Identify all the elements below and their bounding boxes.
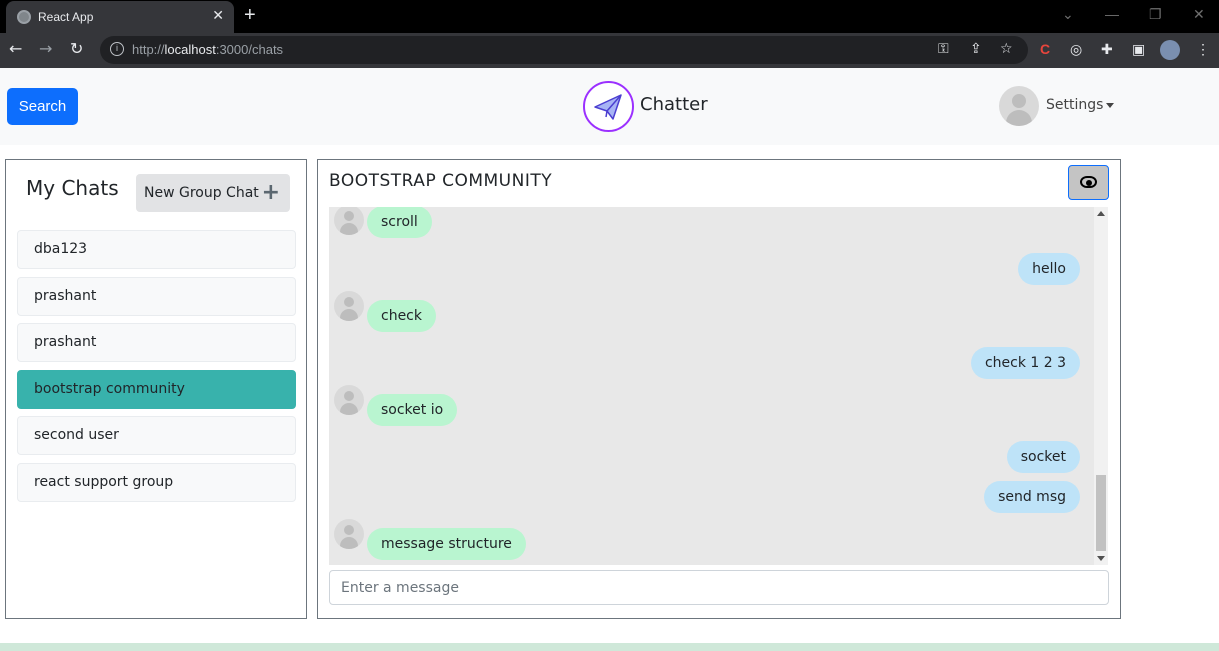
message-bubble-outgoing: check 1 2 3	[970, 347, 1080, 379]
sender-avatar[interactable]	[334, 385, 364, 415]
globe-icon	[17, 10, 31, 24]
sender-avatar[interactable]	[334, 291, 364, 321]
user-avatar[interactable]	[999, 86, 1039, 126]
settings-label: Settings	[1046, 97, 1104, 113]
restore-icon[interactable]: ❐	[1149, 6, 1162, 23]
message-bubble-outgoing: send msg	[984, 481, 1080, 513]
message-bubble-outgoing: socket	[1006, 441, 1080, 473]
message-input[interactable]	[329, 570, 1109, 605]
tab-title: React App	[38, 10, 94, 24]
extension-c-icon[interactable]: C	[1040, 41, 1050, 57]
caret-down-icon	[1106, 102, 1115, 108]
chat-item-prashant[interactable]: prashant	[17, 276, 296, 316]
message-bubble-incoming: check	[367, 300, 436, 332]
extensions-puzzle-icon[interactable]: ✚	[1101, 41, 1113, 58]
browser-titlebar: React App ✕ + ⌄ — ❐ ✕	[0, 0, 1219, 33]
chat-item-dba123[interactable]: dba123	[17, 230, 296, 269]
minimize-icon[interactable]: —	[1105, 6, 1119, 22]
close-window-icon[interactable]: ✕	[1193, 6, 1205, 23]
scrollbar-thumb[interactable]	[1096, 475, 1106, 551]
brand-name: Chatter	[640, 94, 708, 115]
chat-item-bootstrap-community[interactable]: bootstrap community	[17, 369, 296, 409]
taskbar-strip	[0, 643, 1219, 651]
message-scrollbar[interactable]	[1094, 207, 1108, 565]
menu-kebab-icon[interactable]: ⋮	[1196, 41, 1210, 58]
app-header: Search Chatter Settings	[0, 68, 1219, 145]
chat-panel: BOOTSTRAP COMMUNITY scroll hello check c…	[317, 159, 1121, 619]
extension-target-icon[interactable]: ◎	[1070, 41, 1082, 58]
url-text: http://localhost:3000/chats	[132, 42, 284, 57]
star-icon[interactable]: ☆	[1000, 41, 1013, 57]
message-bubble-incoming: scroll	[367, 207, 432, 238]
browser-toolbar: ← → ↻ i http://localhost:3000/chats ⚿ ⇪ …	[0, 33, 1219, 68]
chat-list: dba123 prashant prashant bootstrap commu…	[17, 230, 296, 509]
back-icon[interactable]: ←	[9, 39, 22, 58]
sender-avatar[interactable]	[334, 519, 364, 549]
share-icon[interactable]: ⇪	[970, 41, 982, 57]
new-group-chat-label: New Group Chat	[144, 185, 259, 201]
chat-item-react-support-group[interactable]: react support group	[17, 462, 296, 502]
message-bubble-incoming: socket io	[367, 394, 458, 426]
my-chats-panel: My Chats New Group Chat + dba123 prashan…	[5, 159, 307, 619]
sender-avatar[interactable]	[334, 207, 364, 235]
scroll-down-icon[interactable]	[1097, 556, 1105, 561]
browser-tab[interactable]: React App ✕	[6, 1, 234, 33]
message-area[interactable]: scroll hello check check 1 2 3 socket io…	[329, 207, 1108, 565]
message-bubble-outgoing: hello	[1018, 253, 1080, 285]
chat-title: BOOTSTRAP COMMUNITY	[329, 171, 553, 191]
chat-item-second-user[interactable]: second user	[17, 416, 296, 455]
reload-icon[interactable]: ↻	[70, 39, 83, 58]
view-details-button[interactable]	[1068, 165, 1109, 200]
close-tab-icon[interactable]: ✕	[212, 7, 224, 24]
search-button[interactable]: Search	[7, 88, 78, 125]
tab-search-icon[interactable]: ⌄	[1062, 6, 1074, 23]
new-tab-button[interactable]: +	[244, 4, 256, 27]
site-info-icon[interactable]: i	[110, 42, 124, 56]
forward-icon[interactable]: →	[39, 39, 52, 58]
address-bar[interactable]: i http://localhost:3000/chats ⚿ ⇪ ☆	[100, 36, 1028, 64]
scroll-up-icon[interactable]	[1097, 211, 1105, 216]
key-icon[interactable]: ⚿	[938, 41, 949, 57]
plus-icon: +	[261, 180, 280, 205]
message-bubble-incoming: message structure	[367, 528, 526, 560]
paper-plane-logo-icon	[583, 81, 634, 132]
chat-item-prashant-2[interactable]: prashant	[17, 323, 296, 362]
settings-dropdown[interactable]: Settings	[1046, 97, 1115, 113]
profile-avatar[interactable]	[1160, 40, 1180, 60]
new-group-chat-button[interactable]: New Group Chat +	[136, 174, 290, 212]
side-panel-icon[interactable]: ▣	[1132, 41, 1145, 58]
my-chats-title: My Chats	[26, 176, 119, 200]
